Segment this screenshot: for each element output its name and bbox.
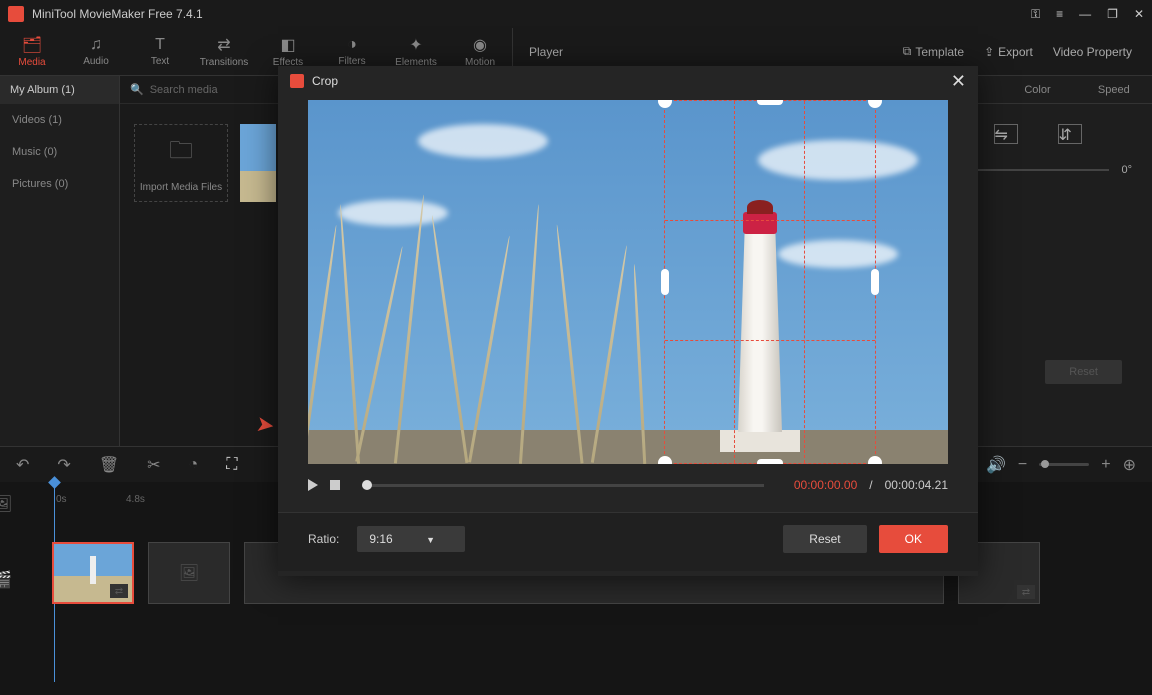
crop-dialog-logo-icon	[290, 74, 304, 88]
ok-button[interactable]: OK	[879, 525, 948, 553]
split-icon[interactable]: ✂	[147, 455, 160, 475]
ruler-mark: 0s	[56, 494, 67, 505]
time-current: 00:00:00.00	[794, 478, 857, 492]
tab-text[interactable]: T Text	[128, 28, 192, 75]
audio-track-icon[interactable]: ♪	[0, 646, 20, 664]
video-track-icon[interactable]: 🎬	[0, 570, 20, 590]
import-media-button[interactable]: 🗀 Import Media Files	[134, 124, 228, 202]
minimize-icon[interactable]: —	[1079, 7, 1091, 21]
search-icon: 🔍	[130, 83, 144, 96]
search-placeholder: Search media	[150, 84, 218, 96]
panel-reset-button[interactable]: Reset	[1045, 360, 1122, 384]
template-icon: ⧉	[903, 44, 912, 59]
elements-icon: ✦	[409, 35, 422, 55]
chevron-down-icon: ▼	[426, 535, 435, 545]
sidebar-item-pictures[interactable]: Pictures (0)	[0, 168, 119, 200]
crop-handle-w[interactable]	[661, 269, 669, 295]
crop-dialog: Crop ✕	[278, 66, 978, 576]
zoom-fit-icon[interactable]: ⊕	[1123, 455, 1136, 475]
audio-icon: ♫	[90, 36, 102, 54]
export-label: Export	[998, 45, 1033, 59]
transitions-icon: ⇄	[217, 35, 230, 55]
zoom-slider[interactable]	[1039, 463, 1089, 466]
transition-badge-icon[interactable]: ⇄	[110, 584, 128, 598]
motion-icon: ◉	[473, 35, 487, 55]
sidebar: My Album (1) Videos (1) Music (0) Pictur…	[0, 76, 120, 446]
filters-icon: ◑	[347, 36, 357, 54]
flip-vertical-icon[interactable]: ⇵	[1058, 124, 1082, 144]
tab-label: Transitions	[200, 57, 249, 68]
ratio-value: 9:16	[369, 532, 392, 546]
sidebar-header[interactable]: My Album (1)	[0, 76, 119, 104]
crop-preview[interactable]	[308, 100, 948, 464]
delete-icon[interactable]: 🗑	[99, 455, 119, 475]
tab-label: Audio	[83, 56, 109, 67]
crop-close-icon[interactable]: ✕	[951, 71, 966, 92]
titlebar: MiniTool MovieMaker Free 7.4.1 ⚿ ≡ — ❐ ✕	[0, 0, 1152, 28]
video-property-label: Video Property	[1053, 45, 1132, 59]
ratio-label: Ratio:	[308, 532, 339, 546]
play-icon[interactable]	[308, 479, 318, 491]
time-total: 00:00:04.21	[885, 478, 948, 492]
flip-horizontal-icon[interactable]: ⇋	[994, 124, 1018, 144]
zoom-in-icon[interactable]: +	[1101, 456, 1110, 474]
redo-icon[interactable]: ↷	[57, 455, 70, 475]
time-separator: /	[869, 478, 872, 492]
export-icon: ⇪	[984, 45, 994, 59]
template-label: Template	[915, 45, 964, 59]
sidebar-item-music[interactable]: Music (0)	[0, 136, 119, 168]
reset-button[interactable]: Reset	[783, 525, 866, 553]
maximize-icon[interactable]: ❐	[1107, 7, 1118, 21]
tab-transitions[interactable]: ⇄ Transitions	[192, 28, 256, 75]
property-tab-speed[interactable]: Speed	[1076, 76, 1152, 103]
crop-handle-s[interactable]	[757, 459, 783, 464]
app-title: MiniTool MovieMaker Free 7.4.1	[32, 7, 1031, 21]
tab-audio[interactable]: ♫ Audio	[64, 28, 128, 75]
import-label: Import Media Files	[140, 182, 222, 193]
annotation-arrow-icon: ➤	[254, 411, 276, 439]
tab-label: Text	[151, 56, 169, 67]
text-icon: T	[155, 36, 165, 54]
export-button[interactable]: ⇪ Export	[984, 45, 1033, 59]
folder-icon: 🗀	[169, 133, 193, 174]
menu-icon[interactable]: ≡	[1056, 7, 1063, 21]
transition-badge-icon[interactable]: ⇄	[1017, 585, 1035, 599]
rotation-value: 0°	[1121, 164, 1132, 176]
property-tab-color[interactable]: Color	[999, 76, 1075, 103]
tab-label: Media	[18, 57, 45, 68]
zoom-out-icon[interactable]: −	[1018, 456, 1027, 474]
crop-handle-n[interactable]	[757, 100, 783, 105]
timeline-slot[interactable]: 🖼	[148, 542, 230, 604]
speed-icon[interactable]: ◔	[189, 456, 199, 474]
undo-icon[interactable]: ↶	[16, 455, 29, 475]
media-icon: 🗂	[22, 35, 42, 55]
crop-handle-sw[interactable]	[658, 456, 672, 464]
template-button[interactable]: ⧉Template	[903, 44, 964, 59]
tab-media[interactable]: 🗂 Media	[0, 28, 64, 75]
progress-slider[interactable]	[362, 484, 764, 487]
timeline-clip[interactable]: ⇄	[52, 542, 134, 604]
ruler-mark: 4.8s	[126, 494, 145, 505]
crop-handle-e[interactable]	[871, 269, 879, 295]
volume-icon[interactable]: 🔊	[986, 455, 1006, 475]
crop-handle-se[interactable]	[868, 456, 882, 464]
crop-icon[interactable]: ⛶	[226, 456, 237, 474]
close-icon[interactable]: ✕	[1134, 7, 1144, 21]
media-thumbnail[interactable]	[240, 124, 276, 202]
stop-icon[interactable]	[330, 480, 340, 490]
video-property-button[interactable]: Video Property	[1053, 45, 1132, 59]
ratio-select[interactable]: 9:16 ▼	[357, 526, 465, 552]
crop-selection[interactable]	[664, 100, 876, 464]
crop-handle-nw[interactable]	[658, 100, 672, 108]
app-logo-icon	[8, 6, 24, 22]
effects-icon: ◧	[280, 35, 295, 55]
sidebar-item-videos[interactable]: Videos (1)	[0, 104, 119, 136]
key-icon[interactable]: ⚿	[1031, 7, 1040, 22]
crop-dialog-title: Crop	[312, 74, 338, 88]
